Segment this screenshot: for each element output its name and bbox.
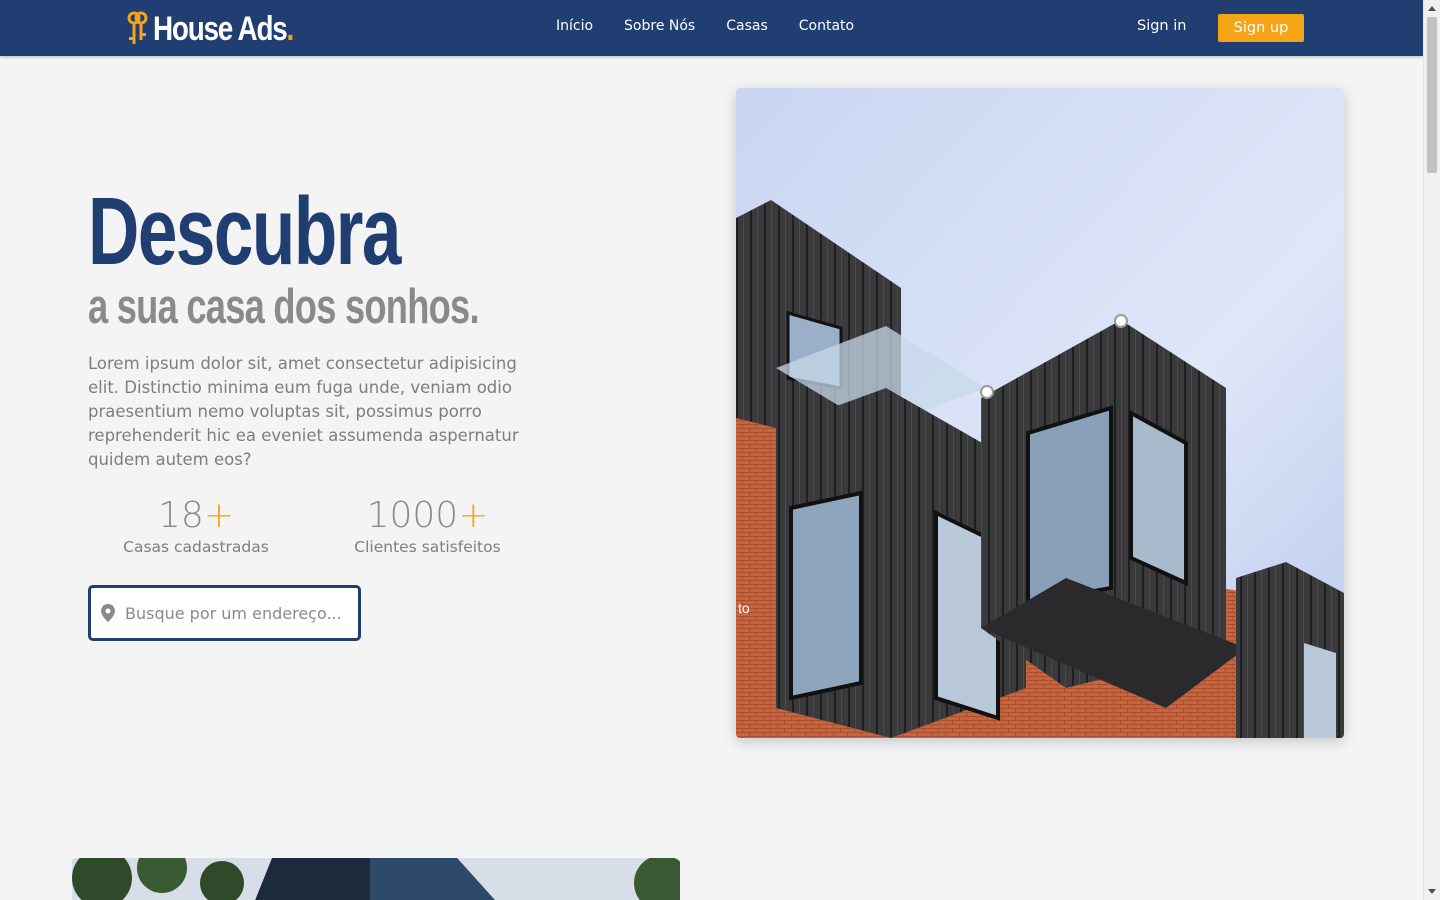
main-nav: Início Sobre Nós Casas Contato — [556, 18, 885, 34]
map-pin-icon — [101, 604, 115, 622]
scroll-up-arrow-icon[interactable] — [1428, 6, 1436, 11]
address-search-input[interactable] — [125, 603, 353, 623]
nav-link-casas[interactable]: Casas — [726, 18, 768, 34]
image-caption-text: to — [738, 600, 750, 616]
scroll-thumb[interactable] — [1427, 17, 1437, 173]
nav-link-inicio[interactable]: Início — [556, 18, 593, 34]
hero-description: Lorem ipsum dolor sit, amet consectetur … — [88, 354, 519, 469]
stat-value: 1000+ — [366, 495, 489, 536]
hero-subtitle: a sua casa dos sonhos. — [88, 280, 480, 334]
stat-plus: + — [203, 495, 234, 536]
scroll-down-arrow-icon[interactable] — [1428, 889, 1436, 894]
stat-clients: 1000+ Clientes satisfeitos — [336, 495, 519, 557]
nav-link-contato[interactable]: Contato — [799, 18, 854, 34]
hero-title: Descubra — [88, 178, 401, 285]
stat-plus: + — [458, 495, 489, 536]
hero-building-image: to — [736, 88, 1344, 738]
keys-icon — [127, 11, 148, 44]
nav-link-sobre-nos[interactable]: Sobre Nós — [624, 18, 695, 34]
stat-label: Clientes satisfeitos — [354, 538, 501, 556]
section-building-image — [72, 858, 680, 900]
stat-label: Casas cadastradas — [123, 538, 269, 556]
sign-in-link[interactable]: Sign in — [1137, 18, 1186, 34]
logo-dot: . — [286, 9, 295, 48]
logo-text: House Ads. — [153, 9, 295, 48]
navbar: House Ads. Início Sobre Nós Casas Contat… — [0, 0, 1423, 56]
logo[interactable]: House Ads. — [126, 9, 324, 49]
stat-value: 18+ — [158, 495, 234, 536]
page-scrollbar[interactable] — [1423, 0, 1440, 900]
address-search-box[interactable] — [88, 585, 361, 641]
sign-up-button[interactable]: Sign up — [1218, 14, 1304, 42]
stat-houses: 18+ Casas cadastradas — [106, 495, 286, 557]
